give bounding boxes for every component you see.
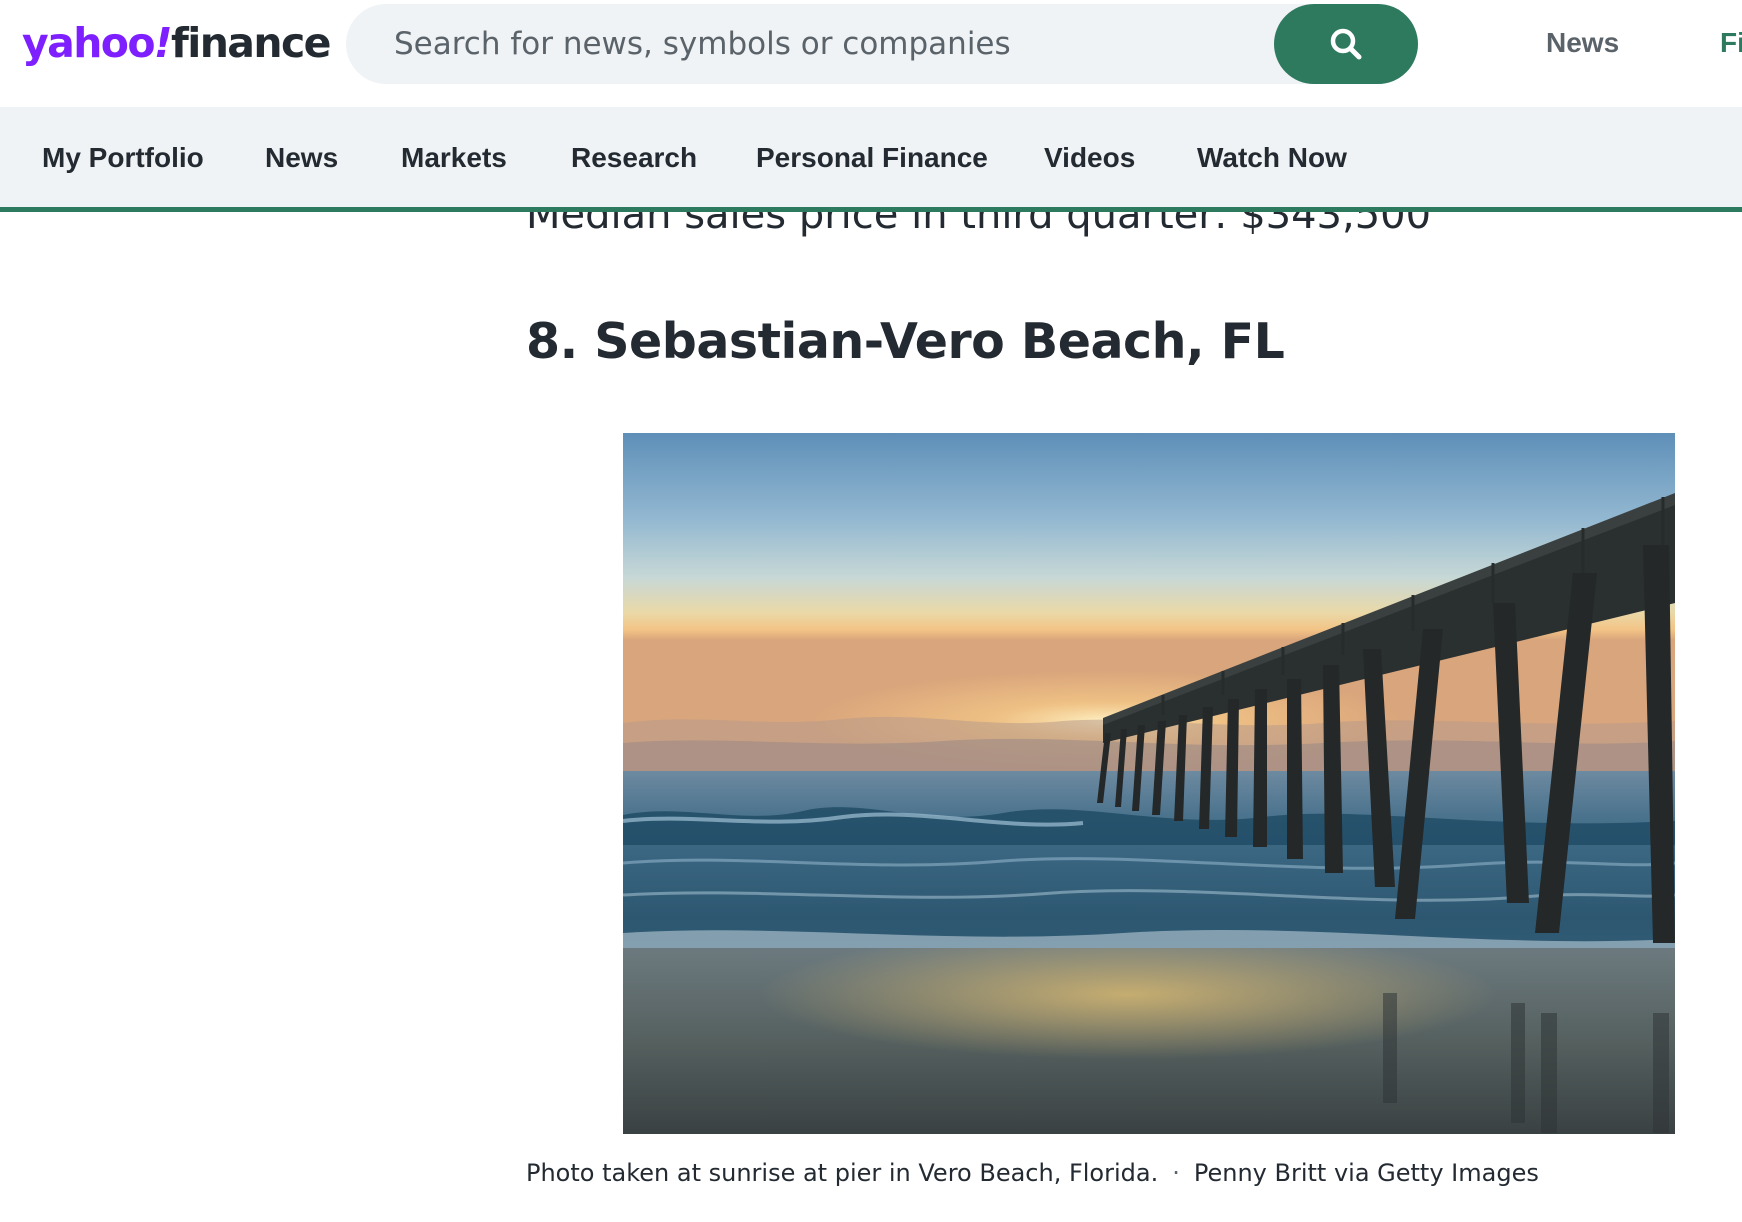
top-link-finance[interactable]: Fi: [1720, 26, 1742, 60]
search-bar: [346, 4, 1418, 84]
top-link-news[interactable]: News: [1546, 26, 1619, 60]
logo-bang: !: [153, 19, 173, 67]
caption-separator: ·: [1172, 1159, 1180, 1187]
top-header: yahoo!finance News Fi: [0, 0, 1742, 107]
caption-text: Photo taken at sunrise at pier in Vero B…: [526, 1159, 1159, 1187]
search-icon: [1330, 28, 1362, 60]
nav-item-videos[interactable]: Videos: [1044, 141, 1135, 175]
search-input[interactable]: [394, 4, 1294, 84]
logo-finance: finance: [171, 19, 331, 67]
nav-item-personal-finance[interactable]: Personal Finance: [756, 141, 988, 175]
yahoo-finance-logo[interactable]: yahoo! finance: [22, 18, 331, 68]
photo-caption: Photo taken at sunrise at pier in Vero B…: [526, 1158, 1539, 1188]
article-paragraph-cut: Median sales price in third quarter: $34…: [526, 212, 1432, 238]
nav-item-markets[interactable]: Markets: [401, 141, 507, 175]
nav-item-news[interactable]: News: [265, 141, 338, 175]
nav-item-research[interactable]: Research: [571, 141, 697, 175]
nav-item-watch-now[interactable]: Watch Now: [1197, 141, 1347, 175]
search-button[interactable]: [1274, 4, 1418, 84]
photo-credit: Penny Britt via Getty Images: [1193, 1159, 1539, 1187]
article-body: Median sales price in third quarter: $34…: [0, 212, 1742, 1222]
section-heading: 8. Sebastian-Vero Beach, FL: [526, 313, 1285, 370]
main-nav: My Portfolio News Markets Research Perso…: [0, 107, 1742, 212]
nav-item-my-portfolio[interactable]: My Portfolio: [42, 141, 204, 175]
article-photo: [623, 433, 1675, 1134]
logo-yahoo: yahoo: [22, 19, 156, 67]
